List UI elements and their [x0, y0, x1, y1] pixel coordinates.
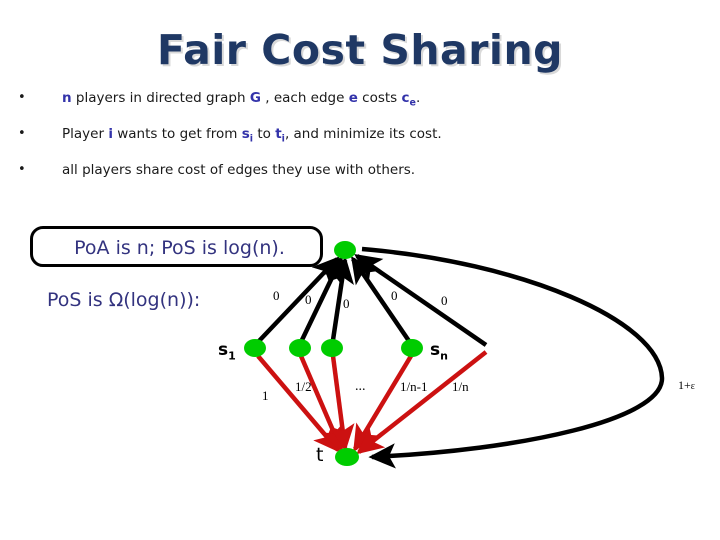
edge-cost-label-0-2: 0 — [305, 292, 312, 307]
edge-cost-label-1-over-n-minus-1: 1/n-1 — [400, 379, 428, 394]
edge-corner-to-s — [354, 253, 488, 347]
node-s2 — [289, 339, 311, 357]
graph-diagram — [244, 241, 665, 469]
bullet-text-3: all players share cost of edges they use… — [62, 162, 416, 178]
edge-cost-label-0-3: 0 — [343, 296, 350, 311]
edge-cost-label-1-over-n: 1/n — [452, 379, 469, 394]
bullet-marker: • — [18, 90, 26, 105]
node-common-source — [334, 241, 356, 259]
slide-canvas: Fair Cost Sharing • n players in directe… — [0, 0, 720, 540]
edge-s2-to-t — [298, 355, 344, 453]
node-label-t: t — [316, 444, 324, 466]
edge-s1-to-t — [256, 354, 341, 453]
pos-statement: PoS is Ω(log(n)): — [47, 289, 201, 311]
edge-sn-to-t — [353, 354, 413, 453]
edge-cost-label-0-5: 0 — [441, 293, 448, 308]
edge-corner-to-t — [356, 350, 488, 455]
node-sink-t — [335, 448, 359, 466]
edge-s3-to-t — [329, 355, 355, 452]
edge-cost-label-1-plus-epsilon: 1+ε — [678, 378, 695, 392]
node-s1 — [244, 339, 266, 357]
edge-group-player-cost — [256, 350, 488, 455]
callout-text: PoA is n; PoS is log(n). — [74, 237, 285, 259]
edge-cost-label-half: 1/2 — [295, 379, 312, 394]
callout-box: PoA is n; PoS is log(n). — [30, 226, 323, 267]
edge-s1-to-s — [257, 256, 340, 343]
bullet-text-2: Player i wants to get from si to ti, and… — [62, 126, 442, 145]
bullet-marker: • — [18, 126, 26, 141]
edge-cost-ellipsis: ... — [355, 379, 366, 394]
edge-s-to-t-outer — [361, 246, 665, 469]
edge-sn-to-s — [350, 256, 411, 343]
edge-cost-label-0-4: 0 — [391, 288, 398, 303]
bullet-marker: • — [18, 162, 26, 177]
page-title: Fair Cost Sharing — [156, 26, 564, 74]
node-group — [244, 241, 423, 466]
bullet-text-1: n players in directed graph G , each edg… — [62, 90, 421, 109]
node-label-s1: s1 — [218, 340, 236, 363]
node-sn — [401, 339, 423, 357]
edge-cost-label-0-1: 0 — [273, 288, 280, 303]
edge-cost-label-1: 1 — [262, 388, 269, 403]
node-label-sn: sn — [430, 340, 448, 363]
node-s3 — [321, 339, 343, 357]
